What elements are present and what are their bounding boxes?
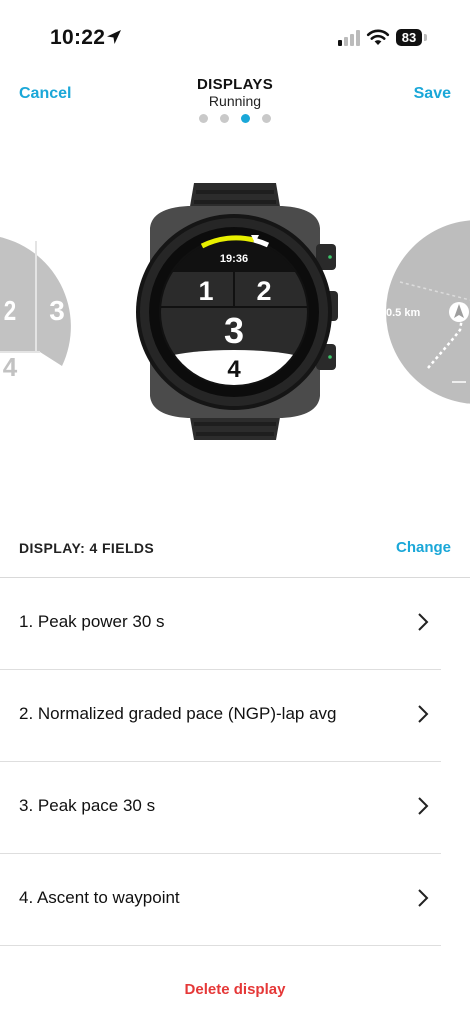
- display-fields-title: DISPLAY: 4 FIELDS: [19, 540, 155, 556]
- preview-field-2: 2: [4, 296, 16, 327]
- status-bar: 10:22 83: [0, 0, 470, 70]
- field-row-1[interactable]: 1. Peak power 30 s: [0, 578, 441, 670]
- next-display-preview[interactable]: 0.5 km: [386, 220, 470, 404]
- change-button[interactable]: Change: [396, 539, 451, 556]
- battery-icon: 83: [396, 29, 422, 46]
- watch-field-3: 3: [224, 310, 244, 351]
- page-title: DISPLAYS: [196, 76, 274, 93]
- field-label: 2. Normalized graded pace (NGP)-lap avg: [19, 704, 337, 723]
- chevron-right-icon: [418, 613, 429, 631]
- field-label: 1. Peak power 30 s: [19, 612, 165, 631]
- preview-distance: 0.5 km: [386, 307, 420, 319]
- navigation-bar: Cancel DISPLAYS Running Save: [0, 70, 470, 120]
- display-carousel[interactable]: 2 3 4 0.5 km 19:36 1 2 3 4: [0, 160, 470, 460]
- page-dot[interactable]: [199, 114, 208, 123]
- wifi-icon: [366, 29, 390, 45]
- field-label: 3. Peak pace 30 s: [19, 796, 156, 815]
- field-label: 4. Ascent to waypoint: [19, 888, 180, 907]
- field-list: 1. Peak power 30 s 2. Normalized graded …: [0, 578, 470, 946]
- display-section-header: DISPLAY: 4 FIELDS Change: [0, 530, 470, 578]
- chevron-right-icon: [418, 705, 429, 723]
- field-row-4[interactable]: 4. Ascent to waypoint: [0, 854, 441, 946]
- watch-field-1: 1: [198, 276, 213, 306]
- chevron-right-icon: [418, 889, 429, 907]
- previous-display-preview[interactable]: 2 3 4: [0, 236, 71, 382]
- battery-cap: [424, 34, 427, 41]
- watch-field-4: 4: [227, 356, 241, 383]
- watch-field-2: 2: [256, 276, 271, 306]
- location-arrow-icon: [107, 30, 121, 44]
- field-row-3[interactable]: 3. Peak pace 30 s: [0, 762, 441, 854]
- cellular-signal-icon: [338, 30, 360, 46]
- save-button[interactable]: Save: [414, 85, 451, 103]
- delete-display-button[interactable]: Delete display: [0, 981, 470, 998]
- page-subtitle: Running: [208, 93, 262, 109]
- watch-time: 19:36: [220, 253, 248, 265]
- chevron-right-icon: [418, 797, 429, 815]
- watch-preview: 19:36 1 2 3 4: [136, 183, 338, 440]
- page-dot[interactable]: [262, 114, 271, 123]
- page-dot[interactable]: [220, 114, 229, 123]
- status-time: 10:22: [50, 26, 106, 49]
- preview-field-3: 3: [49, 295, 65, 326]
- field-row-2[interactable]: 2. Normalized graded pace (NGP)-lap avg: [0, 670, 441, 762]
- page-dot-active[interactable]: [241, 114, 250, 123]
- preview-field-4: 4: [3, 352, 18, 382]
